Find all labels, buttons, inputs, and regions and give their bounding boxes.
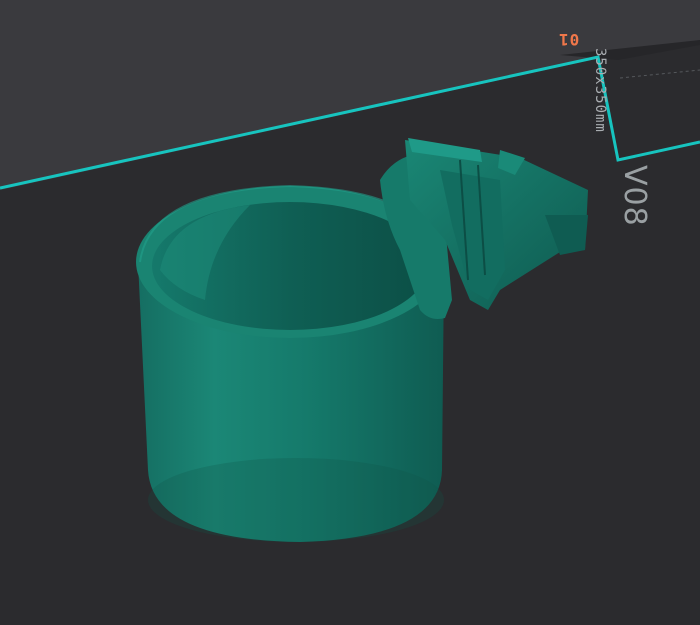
3d-viewport[interactable]: 01 350x350mm V08 [0, 0, 700, 625]
plate-dimensions-label: 350x350mm [592, 48, 608, 133]
printer-model-label: V08 [617, 165, 652, 227]
plate-number-label: 01 [558, 30, 580, 49]
